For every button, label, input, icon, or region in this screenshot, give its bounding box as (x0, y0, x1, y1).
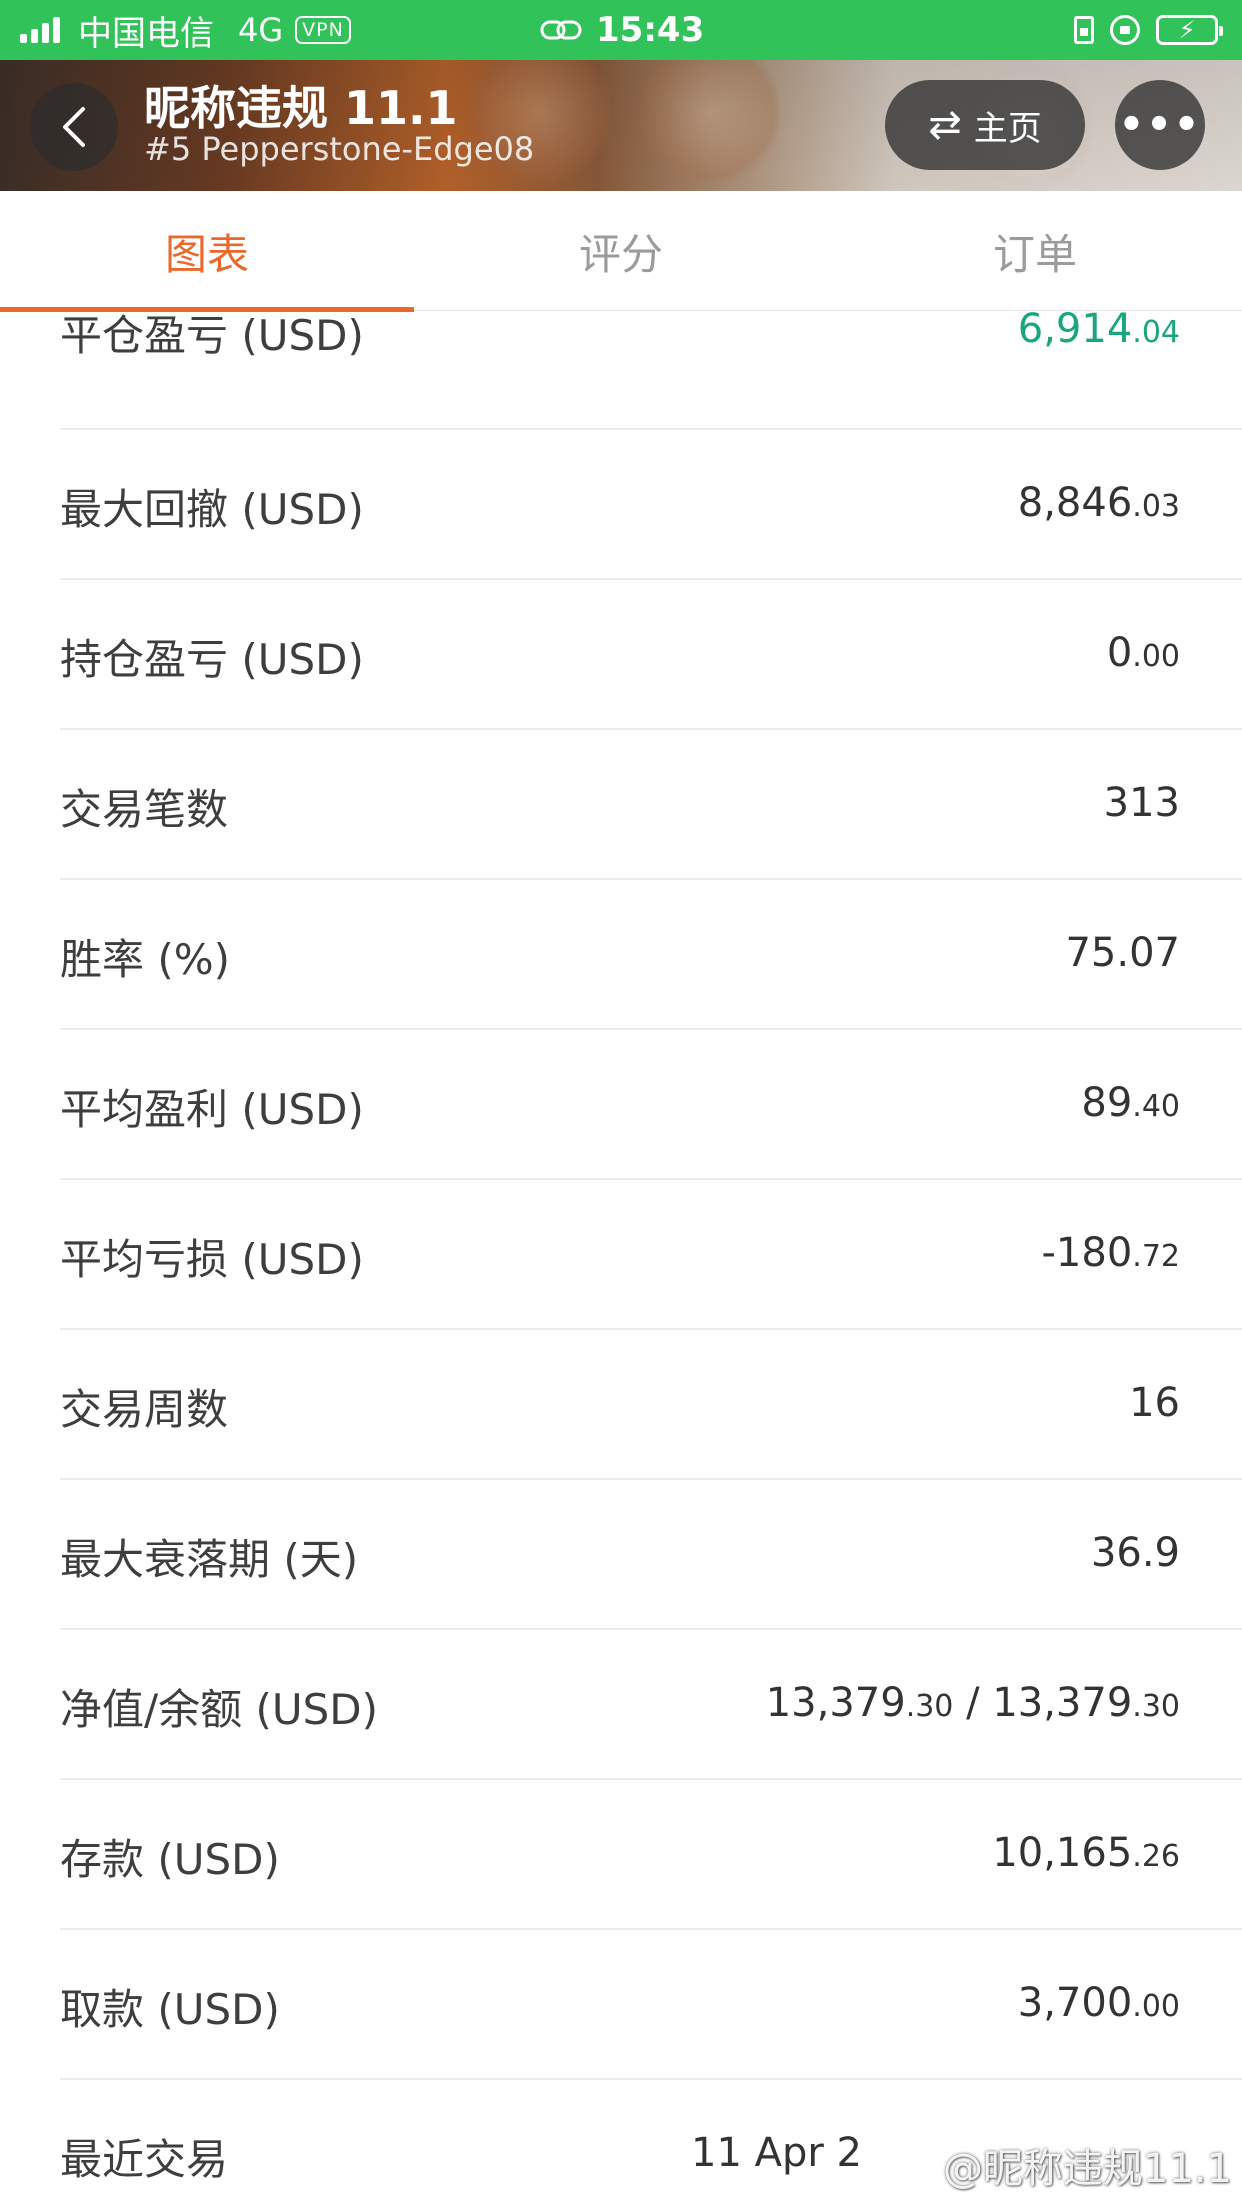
tab-bar: 图表 评分 订单 (0, 191, 1242, 312)
page-title: 昵称违规 11.1 (144, 81, 458, 135)
charging-bolt-icon: ⚡ (1178, 16, 1196, 44)
link-icon (540, 20, 582, 40)
more-button[interactable]: ••• (1115, 80, 1205, 170)
home-button-label: 主页 (973, 108, 1042, 149)
stat-row-avg-profit: 平均盈利 (USD) 89.40 (60, 1030, 1242, 1180)
stat-row-withdrawals: 取款 (USD) 3,700.00 (60, 1930, 1242, 2080)
tab-chart[interactable]: 图表 (0, 191, 414, 312)
stat-label: 净值/余额 (USD) (60, 1685, 379, 1734)
chevron-left-icon (63, 107, 85, 147)
tab-orders[interactable]: 订单 (828, 191, 1242, 311)
stat-label: 交易周数 (60, 1385, 229, 1434)
stat-row-open-pnl: 持仓盈亏 (USD) 0.00 (60, 580, 1242, 730)
sim-icon (1074, 16, 1094, 44)
stat-value: -180.72 (1041, 1230, 1181, 1276)
back-button[interactable] (30, 83, 118, 171)
stat-value: 16 (1129, 1380, 1180, 1426)
stat-value: 11 Apr 2 (691, 2130, 862, 2176)
profile-header: 昵称违规 11.1 #5 Pepperstone-Edge08 ⇄ 主页 ••• (0, 60, 1242, 191)
stat-label: 持仓盈亏 (USD) (60, 635, 364, 684)
stat-label: 最大回撤 (USD) (60, 485, 364, 534)
stat-row-equity-balance: 净值/余额 (USD) 13,379.30 / 13,379.30 (60, 1630, 1242, 1780)
stat-label: 取款 (USD) (60, 1985, 280, 2034)
carrier-name: 中国电信 (78, 13, 214, 54)
stat-row-max-drawdown: 最大回撤 (USD) 8,846.03 (60, 430, 1242, 580)
stat-value: 13,379.30 / 13,379.30 (765, 1680, 1180, 1726)
stat-value: 313 (1103, 780, 1180, 826)
network-type: 4G (238, 11, 284, 49)
stat-label: 平仓盈亏 (USD) (60, 312, 364, 360)
status-time: 15:43 (596, 10, 705, 50)
vpn-badge: VPN (295, 16, 351, 44)
signal-icon (20, 17, 64, 43)
stat-value: 75.07 (1065, 930, 1180, 976)
stat-row-closed-pnl: 平仓盈亏 (USD) 6,914.04 (60, 312, 1242, 430)
watermark: @昵称违规11.1 (942, 2146, 1232, 2192)
stats-list: 平仓盈亏 (USD) 6,914.04 最大回撤 (USD) 8,846.03 … (0, 312, 1242, 2208)
rotation-lock-icon (1110, 15, 1140, 45)
stat-row-trade-count: 交易笔数 313 (60, 730, 1242, 880)
stat-value: 89.40 (1081, 1080, 1180, 1126)
stat-label: 最大衰落期 (天) (60, 1535, 359, 1584)
stat-label: 胜率 (%) (60, 935, 231, 984)
status-bar: 中国电信 4G VPN 15:43 ⚡ (0, 0, 1242, 60)
stat-label: 平均盈利 (USD) (60, 1085, 364, 1134)
stat-value: 8,846.03 (1017, 480, 1180, 526)
stat-label: 存款 (USD) (60, 1835, 280, 1884)
stat-row-max-decline-period: 最大衰落期 (天) 36.9 (60, 1480, 1242, 1630)
more-icon: ••• (1118, 102, 1202, 148)
stat-label: 最近交易 (60, 2135, 229, 2184)
stat-label: 平均亏损 (USD) (60, 1235, 364, 1284)
stat-value: 10,165.26 (992, 1830, 1180, 1876)
stat-row-avg-loss: 平均亏损 (USD) -180.72 (60, 1180, 1242, 1330)
swap-arrows-icon: ⇄ (928, 102, 962, 148)
stat-label: 交易笔数 (60, 785, 229, 834)
battery-icon: ⚡ (1156, 15, 1223, 45)
stat-row-trading-weeks: 交易周数 16 (60, 1330, 1242, 1480)
stat-value: 36.9 (1090, 1530, 1180, 1576)
tab-score[interactable]: 评分 (414, 191, 828, 311)
stat-value: 3,700.00 (1017, 1980, 1180, 2026)
stat-value: 6,914.04 (1017, 312, 1180, 352)
stat-value: 0.00 (1106, 630, 1180, 676)
stat-row-win-rate: 胜率 (%) 75.07 (60, 880, 1242, 1030)
home-button[interactable]: ⇄ 主页 (885, 80, 1085, 170)
stat-row-deposits: 存款 (USD) 10,165.26 (60, 1780, 1242, 1930)
account-subtitle: #5 Pepperstone-Edge08 (144, 130, 535, 168)
